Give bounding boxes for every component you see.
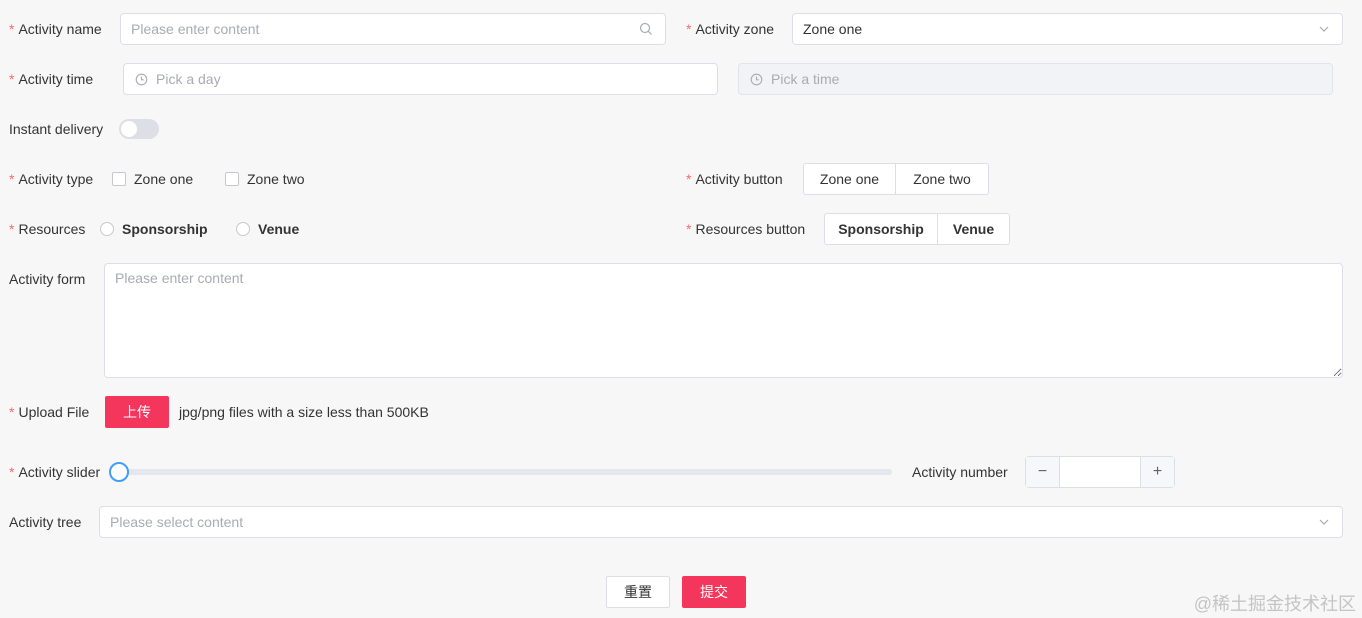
increment-button[interactable]: + (1140, 457, 1174, 487)
activity-button-zone-one[interactable]: Zone one (803, 163, 896, 195)
checkbox-zone-one-label[interactable]: Zone one (134, 169, 193, 189)
switch-knob (121, 121, 137, 137)
activity-slider-label: * Activity slider (9, 464, 101, 480)
instant-delivery-label: Instant delivery (9, 121, 104, 137)
decrement-button[interactable]: − (1026, 457, 1060, 487)
radio-sponsorship-label[interactable]: Sponsorship (122, 219, 208, 239)
time-picker-input[interactable]: Pick a time (738, 63, 1333, 95)
resources-label: * Resources (9, 221, 86, 237)
activity-number-label: Activity number (912, 464, 1008, 480)
upload-button[interactable]: 上传 (105, 396, 169, 428)
time-placeholder: Pick a time (771, 71, 840, 87)
activity-zone-label: * Activity zone (686, 21, 775, 37)
activity-button-group: Zone one Zone two (803, 163, 989, 195)
resources-button-venue[interactable]: Venue (938, 213, 1010, 245)
activity-button-zone-two[interactable]: Zone two (896, 163, 989, 195)
upload-hint: jpg/png files with a size less than 500K… (179, 404, 429, 420)
checkbox-zone-one[interactable] (112, 172, 126, 186)
activity-button-label: * Activity button (686, 171, 783, 187)
radio-venue-label[interactable]: Venue (258, 219, 299, 239)
activity-form-textarea[interactable] (104, 263, 1343, 378)
activity-name-placeholder: Please enter content (131, 21, 260, 37)
search-icon (639, 22, 653, 36)
checkbox-zone-two-label[interactable]: Zone two (247, 169, 305, 189)
activity-zone-select[interactable]: Zone one (792, 13, 1343, 45)
clock-icon (750, 73, 763, 86)
activity-tree-select[interactable]: Please select content (99, 506, 1343, 538)
chevron-down-icon (1318, 23, 1330, 35)
resources-button-label: * Resources button (686, 221, 806, 237)
activity-name-label: * Activity name (9, 21, 102, 37)
activity-form-label: Activity form (9, 271, 86, 287)
radio-sponsorship[interactable] (100, 222, 114, 236)
instant-delivery-switch[interactable] (119, 119, 159, 139)
upload-file-label: * Upload File (9, 404, 90, 420)
submit-button[interactable]: 提交 (682, 576, 746, 608)
activity-slider-track[interactable] (119, 469, 892, 475)
activity-name-input[interactable]: Please enter content (120, 13, 666, 45)
activity-slider-handle[interactable] (109, 462, 129, 482)
activity-number-input[interactable] (1060, 457, 1140, 487)
watermark: @稀土掘金技术社区 (1193, 594, 1356, 614)
activity-tree-placeholder: Please select content (110, 514, 244, 530)
radio-venue[interactable] (236, 222, 250, 236)
activity-tree-label: Activity tree (9, 514, 82, 530)
activity-type-label: * Activity type (9, 171, 94, 187)
activity-number-stepper: − + (1025, 456, 1175, 488)
chevron-down-icon (1318, 516, 1330, 528)
checkbox-zone-two[interactable] (225, 172, 239, 186)
resources-button-group: Sponsorship Venue (824, 213, 1010, 245)
clock-icon (135, 73, 148, 86)
reset-button[interactable]: 重置 (606, 576, 670, 608)
resources-button-sponsorship[interactable]: Sponsorship (824, 213, 938, 245)
activity-zone-value: Zone one (803, 21, 863, 37)
activity-time-label: * Activity time (9, 71, 94, 87)
date-placeholder: Pick a day (156, 71, 221, 87)
date-picker-input[interactable]: Pick a day (123, 63, 718, 95)
